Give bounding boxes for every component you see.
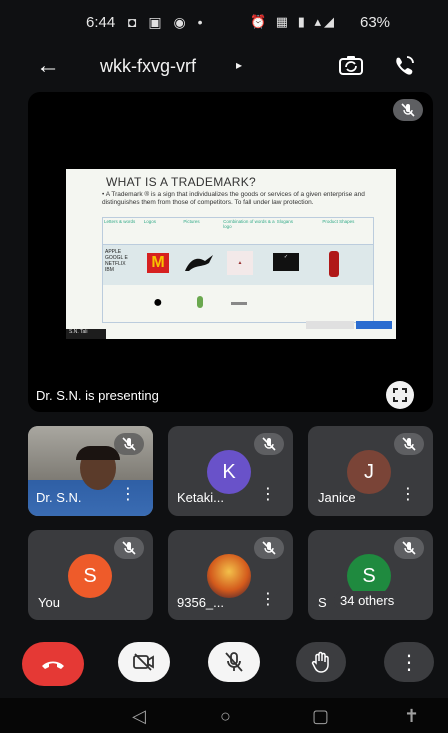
- more-vert-icon[interactable]: ⋮: [260, 592, 276, 608]
- participant-name: Ketaki...: [177, 490, 224, 505]
- slide-col-header: Slogans: [276, 219, 293, 224]
- system-icons: ⏰ ▦ ▮ ▴◢: [250, 14, 337, 29]
- camera-toggle-button[interactable]: [118, 642, 170, 682]
- mic-toggle-button[interactable]: [208, 642, 260, 682]
- slide-row-words: APPLE GOOGL E NETFLIX IBM: [105, 249, 128, 273]
- slide-col-header: Letters & words: [104, 219, 136, 224]
- apple-logo-icon: ●: [153, 294, 163, 311]
- nike-slogan-icon: ✓: [273, 253, 299, 271]
- slide-footer: S.N. Tali: [66, 329, 106, 339]
- image-avatar: [207, 554, 251, 598]
- nav-home-icon[interactable]: ○: [220, 706, 231, 727]
- avatar: S: [68, 554, 112, 598]
- more-vert-icon[interactable]: ⋮: [400, 487, 416, 503]
- fullscreen-icon: [393, 388, 407, 402]
- nav-back-icon[interactable]: ◁: [132, 706, 146, 727]
- slide-col-header: Combination of words & a logo: [223, 219, 275, 229]
- puma-logo-icon: [185, 255, 213, 271]
- accessibility-icon[interactable]: ✝: [404, 706, 419, 727]
- presenting-label: Dr. S.N. is presenting: [36, 388, 159, 403]
- slide-col-header: Pictures: [183, 219, 200, 224]
- presenter-muted-icon: [393, 99, 423, 121]
- status-time: 6:44: [86, 14, 116, 31]
- muted-icon: [114, 433, 144, 455]
- slide-bullet: • A Trademark ® is a sign that individua…: [102, 191, 365, 206]
- fullscreen-button[interactable]: [386, 381, 414, 409]
- participant-name: Janice: [318, 490, 356, 505]
- participant-name: Dr. S.N.: [36, 490, 82, 505]
- participant-name: You: [38, 595, 60, 610]
- more-vert-icon[interactable]: ⋮: [260, 487, 276, 503]
- slide-caption-bar: [306, 321, 354, 329]
- muted-icon: [114, 537, 144, 559]
- muted-icon: [394, 537, 424, 559]
- coca-cola-bottle-icon: [329, 251, 339, 277]
- shared-slide: WHAT IS A TRADEMARK? • A Trademark ® is …: [66, 169, 396, 339]
- slide-blue-bar: [356, 321, 392, 329]
- slide-title: WHAT IS A TRADEMARK?: [106, 175, 257, 189]
- end-call-icon: [42, 661, 64, 669]
- notification-icons: ◘ ▣ ◉ •: [128, 14, 207, 30]
- status-bar: 6:44 ◘ ▣ ◉ • ⏰ ▦ ▮ ▴◢ 63%: [0, 0, 448, 44]
- participant-name: 9356_...: [177, 595, 224, 610]
- muted-icon: [394, 433, 424, 455]
- others-count[interactable]: 34 others: [334, 591, 401, 610]
- avatar: K: [207, 450, 251, 494]
- end-call-button[interactable]: [22, 642, 84, 686]
- participant-name: S: [318, 595, 327, 610]
- slide-table: Letters & words Logos Pictures Combinati…: [102, 217, 374, 323]
- more-vert-icon: ⋮: [399, 651, 419, 674]
- raise-hand-button[interactable]: [296, 642, 346, 682]
- amazon-logo-icon: [231, 302, 247, 305]
- avatar: J: [347, 450, 391, 494]
- back-arrow-icon[interactable]: ←: [36, 52, 60, 80]
- camera-off-icon: [133, 653, 154, 671]
- nav-recents-icon[interactable]: ▢: [312, 706, 329, 727]
- slide-col-header: Logos: [143, 219, 156, 224]
- meeting-code[interactable]: wkk-fxvg-vrf: [100, 56, 196, 77]
- raise-hand-icon: [311, 651, 329, 673]
- muted-icon: [254, 537, 284, 559]
- mcdonalds-logo-icon: M: [147, 253, 169, 273]
- more-vert-icon[interactable]: ⋮: [120, 487, 136, 503]
- muted-icon: [254, 433, 284, 455]
- battery-level: 63%: [360, 14, 391, 31]
- participant-hair: [76, 446, 120, 460]
- mic-off-icon: [225, 652, 243, 672]
- combination-logo-icon: ▲: [227, 251, 253, 275]
- audio-output-icon[interactable]: [392, 54, 416, 78]
- android-logo-icon: [197, 296, 203, 308]
- slide-col-header: Product Shapes: [322, 219, 355, 224]
- switch-camera-icon[interactable]: [338, 54, 364, 76]
- more-options-button[interactable]: ⋮: [384, 642, 434, 682]
- meeting-info-caret-icon[interactable]: ▸: [236, 58, 242, 72]
